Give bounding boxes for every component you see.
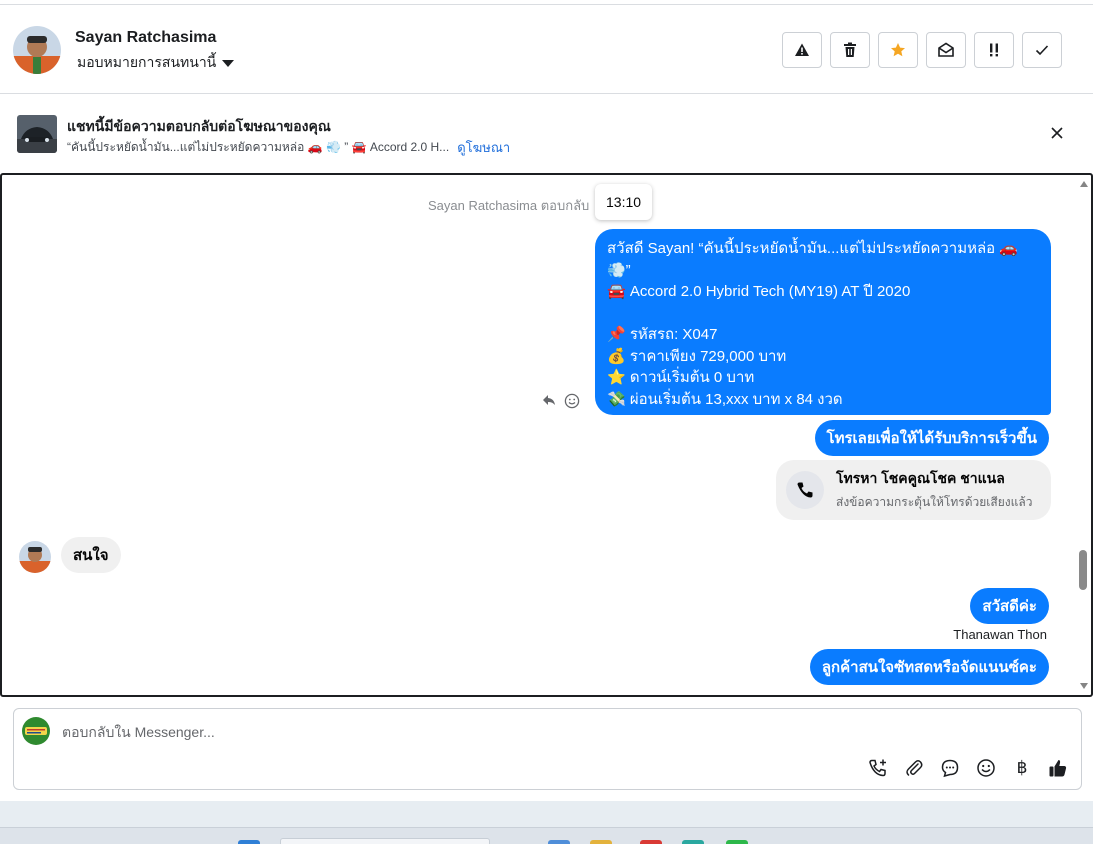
- attach-button[interactable]: [903, 757, 925, 779]
- star-button[interactable]: [878, 32, 918, 68]
- open-envelope-icon: [938, 42, 954, 57]
- taskbar-edge-icon[interactable]: [682, 840, 704, 844]
- ad-message-bubble[interactable]: สวัสดี Sayan! “คันนี้ประหยัดน้ำมัน...แต่…: [595, 229, 1051, 429]
- baht-payment-icon: ฿: [1016, 758, 1028, 777]
- taskbar-folder-icon[interactable]: [590, 840, 612, 844]
- ad-snippet-row: “คันนี้ประหยัดน้ำมัน...แต่ไม่ประหยัดความ…: [67, 137, 510, 158]
- page-avatar: [22, 717, 50, 745]
- timestamp-tooltip: 13:10: [595, 184, 653, 220]
- message-composer: ฿: [13, 708, 1082, 790]
- agent-name-label: Thanawan Thon: [953, 627, 1047, 642]
- warning-icon: [795, 43, 809, 56]
- delete-button[interactable]: [830, 32, 870, 68]
- phone-icon: [797, 482, 813, 498]
- emoji-button[interactable]: [975, 757, 997, 779]
- saved-reply-icon: [941, 759, 959, 778]
- message-hover-actions: [542, 393, 580, 409]
- react-emoji-icon[interactable]: [564, 393, 580, 409]
- saved-replies-button[interactable]: [939, 757, 961, 779]
- ad-thumbnail: [17, 115, 57, 153]
- composer-tools: ฿: [867, 757, 1069, 779]
- call-cta-bubble[interactable]: โทรเลยเพื่อให้ได้รับบริการเร็วขึ้น: [814, 420, 1049, 456]
- contact-avatar[interactable]: [13, 26, 61, 74]
- os-taskbar: [0, 827, 1093, 844]
- follow-up-icon: [990, 43, 998, 57]
- contact-name[interactable]: Sayan Ratchasima: [75, 29, 216, 47]
- taskbar-app-icon[interactable]: [548, 840, 570, 844]
- like-icon: [1049, 760, 1067, 777]
- assign-label: มอบหมายการสนทนานี้: [77, 54, 217, 70]
- star-icon: [891, 43, 905, 57]
- call-request-card[interactable]: โทรหา โชคคูณโชค ชาแนล ส่งข้อความกระตุ้นใ…: [776, 460, 1051, 520]
- taskbar-search-box[interactable]: [280, 838, 490, 844]
- ad-reply-title: แชทนี้มีข้อความตอบกลับต่อโฆษณาของคุณ: [67, 118, 331, 134]
- ad-reply-banner: แชทนี้มีข้อความตอบกลับต่อโฆษณาของคุณ “คั…: [0, 95, 1093, 173]
- taskbar-line-icon[interactable]: [726, 840, 748, 844]
- like-button[interactable]: [1047, 757, 1069, 779]
- ad-snippet-text: “คันนี้ประหยัดน้ำมัน...แต่ไม่ประหยัดความ…: [67, 140, 450, 154]
- follow-up-button[interactable]: [974, 32, 1014, 68]
- check-icon: [1035, 45, 1049, 56]
- agent-greeting-bubble[interactable]: สวัสดีค่ะ: [970, 588, 1049, 624]
- scrollbar-thumb[interactable]: [1079, 550, 1087, 590]
- emoji-icon: [977, 759, 995, 777]
- taskbar-browser-icon[interactable]: [640, 840, 662, 844]
- call-card-title: โทรหา โชคคูณโชค ชาแนล: [836, 470, 1005, 486]
- message-thread[interactable]: Sayan Ratchasima ตอบกลับ 13:10 สวัสดี Sa…: [0, 173, 1093, 697]
- call-card-text: โทรหา โชคคูณโชค ชาแนล ส่งข้อความกระตุ้นใ…: [836, 468, 1032, 512]
- agent-question-bubble[interactable]: ลูกค้าสนใจซัทสดหรือจัดแนนซ์คะ: [809, 649, 1049, 685]
- add-call-button[interactable]: [867, 757, 889, 779]
- conversation-header: Sayan Ratchasima มอบหมายการสนทนานี้: [0, 4, 1093, 94]
- customer-message-bubble[interactable]: สนใจ: [61, 537, 121, 573]
- system-note: Sayan Ratchasima ตอบกลับ: [428, 198, 590, 213]
- close-icon[interactable]: [1049, 125, 1065, 141]
- trash-icon: [844, 42, 856, 57]
- view-ad-link[interactable]: ดูโฆษณา: [457, 137, 510, 158]
- add-call-icon: [869, 759, 886, 777]
- reply-input[interactable]: [62, 721, 762, 743]
- payment-button[interactable]: ฿: [1011, 757, 1033, 779]
- attachment-icon: [906, 760, 923, 776]
- mark-spam-button[interactable]: [782, 32, 822, 68]
- scroll-down-arrow-icon[interactable]: [1080, 683, 1088, 689]
- caret-down-icon: [222, 59, 235, 67]
- assign-conversation-dropdown[interactable]: มอบหมายการสนทนานี้: [77, 52, 235, 74]
- call-card-subtitle: ส่งข้อความกระตุ้นให้โทรด้วยเสียงแล้ว: [836, 495, 1033, 509]
- reply-icon[interactable]: [542, 393, 556, 407]
- thread-scrollbar[interactable]: [1077, 175, 1091, 695]
- mark-unread-button[interactable]: [926, 32, 966, 68]
- mark-done-button[interactable]: [1022, 32, 1062, 68]
- page-bottom-strip: [0, 801, 1093, 827]
- conversation-actions: [782, 32, 1062, 68]
- messenger-inbox: Sayan Ratchasima มอบหมายการสนทนานี้ แชทน…: [0, 0, 1093, 844]
- phone-icon-circle: [786, 471, 824, 509]
- customer-avatar[interactable]: [19, 541, 51, 573]
- scroll-up-arrow-icon[interactable]: [1080, 181, 1088, 187]
- start-icon[interactable]: [238, 840, 260, 844]
